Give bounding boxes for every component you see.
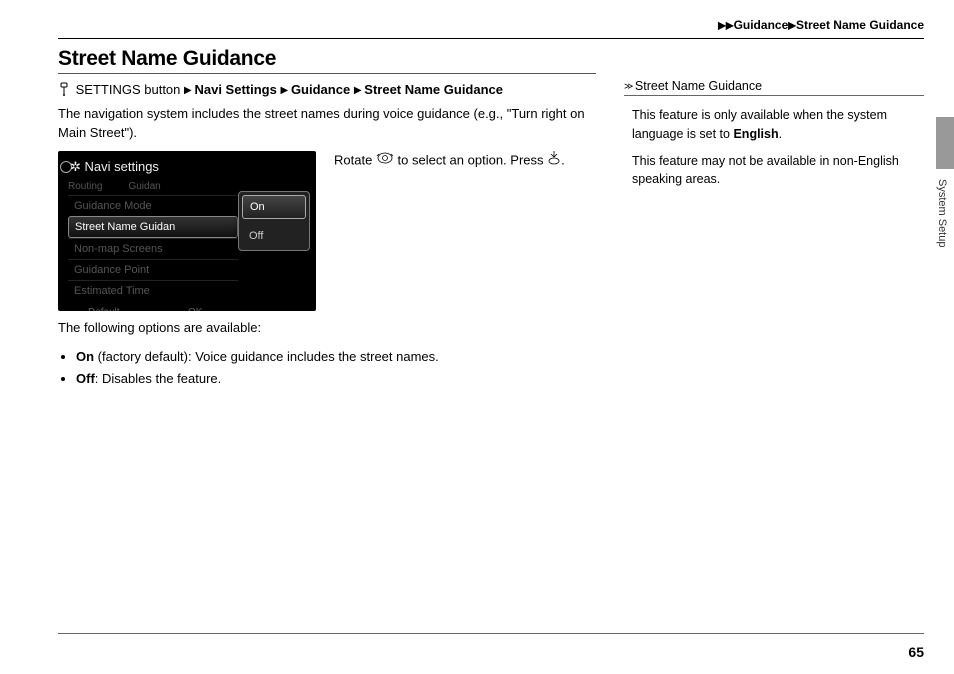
popup-option: Off	[239, 222, 309, 250]
footer-default: Default	[88, 307, 120, 311]
screenshot-tabs: Routing Guidan	[68, 181, 187, 192]
page-number: 65	[908, 644, 924, 660]
path-step: Street Name Guidance	[364, 82, 503, 97]
breadcrumb: ▶▶Guidance▶Street Name Guidance	[58, 18, 924, 32]
push-dial-icon	[547, 151, 561, 171]
option-desc: : Disables the feature.	[95, 371, 221, 386]
footer-divider	[58, 633, 924, 634]
text-bold: English	[733, 127, 778, 141]
tab: Guidan	[128, 181, 160, 192]
text: Rotate	[334, 152, 376, 167]
screenshot-popup: On Off	[238, 191, 310, 251]
path-step: Guidance	[291, 82, 350, 97]
breadcrumb-item: Street Name Guidance	[796, 18, 924, 32]
triangle-icon: ▶	[280, 85, 290, 96]
nav-screenshot: ✲ Navi settings Routing Guidan Guidance M…	[58, 151, 316, 311]
triangle-icon: ▶	[354, 85, 364, 96]
rotate-instruction: Rotate to select an option. Press .	[334, 151, 596, 171]
triangle-icon: ▶	[788, 20, 796, 31]
main-column: Street Name Guidance SETTINGS button ▶ N…	[58, 47, 596, 390]
page-title: Street Name Guidance	[58, 47, 596, 71]
path-prefix: SETTINGS button	[76, 82, 181, 97]
sidebar-column: ≫ Street Name Guidance This feature is o…	[624, 47, 924, 639]
list-item: Off: Disables the feature.	[76, 368, 596, 390]
list-item: On (factory default): Voice guidance inc…	[76, 346, 596, 368]
text: .	[561, 152, 565, 167]
menu-item: Estimated Time	[68, 280, 238, 301]
options-lead: The following options are available:	[58, 319, 596, 338]
tab: Routing	[68, 181, 102, 192]
menu-item: Non-map Screens	[68, 238, 238, 259]
text: .	[779, 127, 782, 141]
settings-button-icon	[58, 82, 70, 99]
option-label: Off	[76, 371, 95, 386]
menu-item-selected: Street Name Guidan	[68, 216, 238, 238]
footer-ok: OK	[188, 307, 202, 311]
section-label: System Setup	[936, 179, 948, 247]
options-list: On (factory default): Voice guidance inc…	[58, 346, 596, 390]
sidebar-title: Street Name Guidance	[635, 79, 762, 93]
rotate-dial-icon	[376, 151, 394, 171]
menu-path: SETTINGS button ▶ Navi Settings ▶ Guidan…	[58, 82, 596, 99]
triangle-icon: ▶▶	[718, 20, 733, 31]
menu-item: Guidance Point	[68, 259, 238, 280]
breadcrumb-item: Guidance	[734, 18, 789, 32]
divider	[58, 73, 596, 74]
screenshot-menu: Guidance Mode Street Name Guidan Non-map…	[68, 195, 238, 301]
screenshot-title: ✲ Navi settings	[70, 159, 159, 175]
sidebar-body: This feature is only available when the …	[624, 106, 924, 189]
text: to select an option. Press	[394, 152, 547, 167]
double-triangle-icon: ≫	[624, 81, 631, 91]
sidebar-para: This feature is only available when the …	[632, 106, 924, 144]
sidebar-para: This feature may not be available in non…	[632, 152, 924, 190]
option-label: On	[76, 349, 94, 364]
popup-option-selected: On	[242, 195, 306, 219]
section-tab	[936, 117, 954, 169]
option-desc: (factory default): Voice guidance includ…	[94, 349, 439, 364]
divider	[58, 38, 924, 39]
path-step: Navi Settings	[194, 82, 276, 97]
intro-text: The navigation system includes the stree…	[58, 105, 596, 143]
sidebar-heading: ≫ Street Name Guidance	[624, 79, 924, 96]
menu-item: Guidance Mode	[68, 195, 238, 216]
triangle-icon: ▶	[184, 85, 194, 96]
